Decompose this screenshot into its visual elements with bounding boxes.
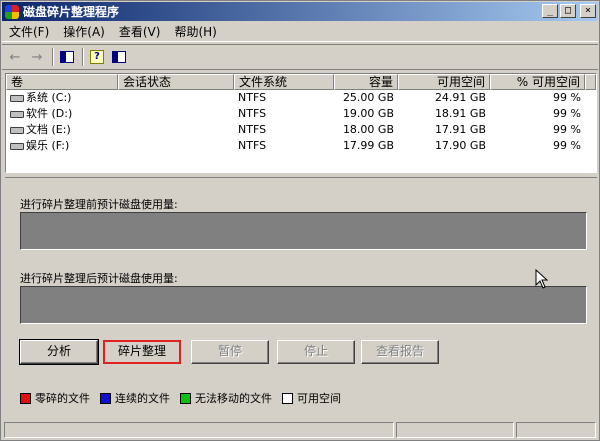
volume-pct-free: 99 % bbox=[553, 91, 581, 104]
console-tree-icon[interactable] bbox=[58, 48, 76, 66]
volume-pct-free: 99 % bbox=[553, 139, 581, 152]
volume-pct-free: 99 % bbox=[553, 107, 581, 120]
volume-fs: NTFS bbox=[238, 107, 267, 120]
pause-button[interactable]: 暂停 bbox=[191, 340, 269, 364]
volume-free: 18.91 GB bbox=[434, 107, 486, 120]
volume-fs: NTFS bbox=[238, 91, 267, 104]
legend-label: 零碎的文件 bbox=[35, 392, 90, 405]
window-controls: _ □ × bbox=[542, 4, 596, 18]
toolbar-separator bbox=[52, 48, 54, 66]
legend-label: 可用空间 bbox=[297, 392, 341, 405]
forward-arrow-icon[interactable]: → bbox=[28, 48, 46, 66]
view-report-button[interactable]: 查看报告 bbox=[361, 340, 439, 364]
volume-capacity: 19.00 GB bbox=[342, 107, 394, 120]
drive-icon bbox=[10, 94, 24, 102]
color-legend: 零碎的文件 连续的文件 无法移动的文件 可用空间 bbox=[20, 390, 351, 406]
volume-free: 17.90 GB bbox=[434, 139, 486, 152]
defrag-app-icon bbox=[5, 4, 19, 19]
volume-name: 文档 (E:) bbox=[26, 123, 71, 136]
volume-row[interactable]: 软件 (D:) NTFS 19.00 GB 18.91 GB 99 % bbox=[6, 106, 596, 122]
fragmented-swatch bbox=[20, 392, 31, 404]
col-percent-free[interactable]: % 可用空间 bbox=[490, 74, 585, 90]
status-panel bbox=[396, 422, 514, 438]
volume-status bbox=[118, 106, 234, 122]
analysis-pane: 进行碎片整理前预计磁盘使用量: 进行碎片整理后预计磁盘使用量: 分析 碎片整理 … bbox=[5, 177, 597, 417]
maximize-button[interactable]: □ bbox=[560, 4, 576, 18]
volume-status bbox=[118, 138, 234, 154]
drive-icon bbox=[10, 142, 24, 150]
volume-name: 系统 (C:) bbox=[26, 91, 72, 104]
volume-status bbox=[118, 122, 234, 138]
volume-free: 24.91 GB bbox=[434, 91, 486, 104]
help-icon[interactable]: ? bbox=[88, 48, 106, 66]
legend-free-space: 可用空间 bbox=[282, 390, 341, 406]
close-button[interactable]: × bbox=[580, 4, 596, 18]
volume-name: 软件 (D:) bbox=[26, 107, 73, 120]
stop-button[interactable]: 停止 bbox=[277, 340, 355, 364]
after-usage-label: 进行碎片整理后预计磁盘使用量: bbox=[20, 272, 178, 285]
menu-view[interactable]: 查看(V) bbox=[112, 23, 168, 40]
col-free-space[interactable]: 可用空间 bbox=[398, 74, 490, 90]
col-session-status[interactable]: 会话状态 bbox=[118, 74, 234, 90]
drive-icon bbox=[10, 110, 24, 118]
properties-icon[interactable] bbox=[110, 48, 128, 66]
before-usage-bar bbox=[20, 212, 587, 250]
menu-help[interactable]: 帮助(H) bbox=[167, 23, 223, 40]
free-space-swatch bbox=[282, 392, 293, 404]
volume-status bbox=[118, 90, 234, 106]
after-usage-bar bbox=[20, 286, 587, 324]
defrag-button[interactable]: 碎片整理 bbox=[103, 340, 181, 364]
status-bar bbox=[2, 421, 598, 440]
volume-fs: NTFS bbox=[238, 123, 267, 136]
back-arrow-icon[interactable]: ← bbox=[6, 48, 24, 66]
mouse-cursor-icon bbox=[535, 269, 549, 289]
analyze-button[interactable]: 分析 bbox=[19, 339, 99, 365]
col-volume[interactable]: 卷 bbox=[6, 74, 118, 90]
volume-capacity: 17.99 GB bbox=[342, 139, 394, 152]
volume-list-header: 卷 会话状态 文件系统 容量 可用空间 % 可用空间 bbox=[6, 74, 596, 90]
minimize-button[interactable]: _ bbox=[542, 4, 558, 18]
volume-capacity: 18.00 GB bbox=[342, 123, 394, 136]
volume-row[interactable]: 文档 (E:) NTFS 18.00 GB 17.91 GB 99 % bbox=[6, 122, 596, 138]
title-bar[interactable]: 磁盘碎片整理程序 _ □ × bbox=[2, 2, 598, 21]
drive-icon bbox=[10, 126, 24, 134]
unmovable-swatch bbox=[180, 392, 191, 404]
volume-row[interactable]: 娱乐 (F:) NTFS 17.99 GB 17.90 GB 99 % bbox=[6, 138, 596, 154]
menu-file[interactable]: 文件(F) bbox=[2, 23, 56, 40]
volume-list[interactable]: 卷 会话状态 文件系统 容量 可用空间 % 可用空间 系统 (C:) NTFS … bbox=[5, 73, 597, 173]
toolbar-separator bbox=[82, 48, 84, 66]
volume-capacity: 25.00 GB bbox=[342, 91, 394, 104]
volume-fs: NTFS bbox=[238, 139, 267, 152]
status-panel bbox=[4, 422, 394, 438]
contiguous-swatch bbox=[100, 392, 111, 404]
legend-unmovable: 无法移动的文件 bbox=[180, 390, 272, 406]
before-usage-label: 进行碎片整理前预计磁盘使用量: bbox=[20, 198, 178, 211]
menu-action[interactable]: 操作(A) bbox=[56, 23, 112, 40]
volume-free: 17.91 GB bbox=[434, 123, 486, 136]
volume-name: 娱乐 (F:) bbox=[26, 139, 70, 152]
volume-pct-free: 99 % bbox=[553, 123, 581, 136]
col-filler bbox=[585, 74, 596, 90]
col-file-system[interactable]: 文件系统 bbox=[234, 74, 334, 90]
defrag-window: 磁盘碎片整理程序 _ □ × 文件(F) 操作(A) 查看(V) 帮助(H) ←… bbox=[0, 0, 600, 441]
menu-bar: 文件(F) 操作(A) 查看(V) 帮助(H) bbox=[2, 22, 598, 42]
status-panel bbox=[516, 422, 596, 438]
legend-label: 无法移动的文件 bbox=[195, 392, 272, 405]
col-capacity[interactable]: 容量 bbox=[334, 74, 398, 90]
window-title: 磁盘碎片整理程序 bbox=[23, 5, 120, 19]
legend-label: 连续的文件 bbox=[115, 392, 170, 405]
legend-fragmented: 零碎的文件 bbox=[20, 390, 90, 406]
volume-row[interactable]: 系统 (C:) NTFS 25.00 GB 24.91 GB 99 % bbox=[6, 90, 596, 106]
legend-contiguous: 连续的文件 bbox=[100, 390, 170, 406]
toolbar: ← → ? bbox=[2, 44, 598, 70]
